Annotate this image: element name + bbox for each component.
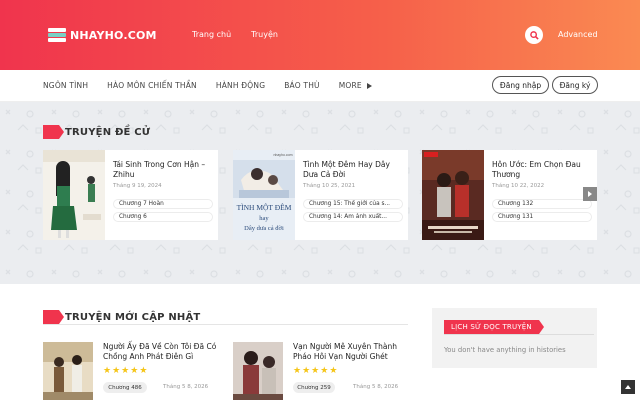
featured-card-date: Tháng 10 22, 2022 bbox=[492, 183, 545, 189]
update-title[interactable]: Vạn Người Mê Xuyên Thành Pháo Hôi Vạn Ng… bbox=[293, 342, 413, 362]
nav-hao-mon[interactable]: HÀO MÔN CHIẾN THẦN bbox=[107, 81, 197, 90]
latest-chapter-chip[interactable]: Chương 259 bbox=[293, 382, 335, 393]
featured-card-title[interactable]: Hôn Ước: Em Chọn Đau Thương bbox=[492, 160, 592, 180]
register-button[interactable]: Đăng ký bbox=[552, 76, 598, 94]
search-button[interactable] bbox=[525, 26, 543, 44]
nav-home-link[interactable]: Trang chủ bbox=[192, 30, 231, 39]
chapter-link[interactable]: Chương 7 Hoàn bbox=[113, 199, 213, 209]
book-cover-image[interactable] bbox=[43, 150, 105, 240]
book-logo-icon bbox=[48, 28, 66, 42]
chapter-link[interactable]: Chương 15: Thế giới của s... bbox=[303, 199, 403, 209]
featured-card-date: Tháng 9 19, 2024 bbox=[113, 183, 162, 189]
nav-more-label: MORE bbox=[338, 81, 362, 90]
section-flag-icon bbox=[43, 125, 64, 139]
reading-history-widget: LỊCH SỬ ĐỌC TRUYỆN You don't have anythi… bbox=[432, 308, 597, 368]
history-divider bbox=[444, 334, 594, 335]
top-header: NHAYHO.COM Trang chủ Truyện Advanced bbox=[0, 0, 640, 70]
arrow-up-icon bbox=[625, 385, 631, 389]
star-icon: ★ bbox=[329, 366, 338, 376]
featured-card-title[interactable]: Tái Sinh Trong Cơn Hận – Zhihu bbox=[113, 160, 213, 180]
login-button[interactable]: Đăng nhập bbox=[492, 76, 549, 94]
update-title[interactable]: Người Ấy Đã Về Còn Tôi Đã Có Chồng Anh P… bbox=[103, 342, 223, 362]
star-icon: ★ bbox=[302, 366, 311, 376]
featured-card-date: Tháng 10 25, 2021 bbox=[303, 183, 356, 189]
update-date: Tháng 5 8, 2026 bbox=[163, 384, 209, 390]
book-cover-image[interactable] bbox=[43, 342, 93, 400]
reading-history-empty-text: You don't have anything in histories bbox=[444, 346, 566, 354]
star-icon: ★ bbox=[311, 366, 320, 376]
section-flag-icon bbox=[43, 310, 64, 324]
update-date: Tháng 5 8, 2026 bbox=[353, 384, 399, 390]
nav-stories-link[interactable]: Truyện bbox=[251, 30, 278, 39]
chapter-link[interactable]: Chương 14: Âm ảnh xuất... bbox=[303, 212, 403, 222]
nav-hanh-dong[interactable]: HÀNH ĐỘNG bbox=[216, 81, 265, 90]
star-icon: ★ bbox=[320, 366, 329, 376]
star-icon: ★ bbox=[103, 366, 112, 376]
carousel-next-button[interactable] bbox=[583, 187, 597, 201]
reading-history-title: LỊCH SỬ ĐỌC TRUYỆN bbox=[444, 320, 544, 334]
star-icon: ★ bbox=[139, 366, 148, 376]
site-logo[interactable]: NHAYHO.COM bbox=[48, 26, 157, 44]
featured-title: TRUYỆN ĐỀ CỬ bbox=[43, 125, 150, 139]
star-icon: ★ bbox=[130, 366, 139, 376]
section-divider bbox=[43, 324, 408, 325]
featured-card[interactable]: TÌNH MỘT ĐÊM hay Dây dưa cả đời nhayho.c… bbox=[233, 150, 408, 240]
featured-title-text: TRUYỆN ĐỀ CỬ bbox=[65, 126, 151, 138]
rating-stars: ★ ★ ★ ★ ★ bbox=[293, 366, 337, 376]
featured-card-title[interactable]: Tình Một Đêm Hay Dây Dưa Cả Đời bbox=[303, 160, 403, 180]
book-cover-image[interactable] bbox=[233, 342, 283, 400]
updates-title: TRUYỆN MỚI CẬP NHẬT bbox=[43, 310, 200, 324]
cover-watermark: nhayho.com bbox=[273, 153, 292, 157]
featured-card[interactable]: Tái Sinh Trong Cơn Hận – Zhihu Tháng 9 1… bbox=[43, 150, 218, 240]
advanced-search-link[interactable]: Advanced bbox=[558, 30, 598, 39]
top-nav: Trang chủ Truyện bbox=[192, 30, 278, 39]
nav-more[interactable]: MORE bbox=[339, 81, 372, 90]
nav-ngon-tinh[interactable]: NGÔN TÌNH bbox=[43, 81, 88, 90]
updates-title-text: TRUYỆN MỚI CẬP NHẬT bbox=[65, 311, 201, 323]
rating-stars: ★ ★ ★ ★ ★ bbox=[103, 366, 147, 376]
cover-title-line: TÌNH MỘT ĐÊM bbox=[237, 202, 292, 212]
scroll-to-top-button[interactable] bbox=[621, 380, 635, 394]
caret-right-icon bbox=[366, 82, 372, 89]
search-icon bbox=[529, 30, 539, 40]
cover-title-line: Dây dưa cả đời bbox=[244, 225, 284, 232]
chapter-link[interactable]: Chương 131 bbox=[492, 212, 592, 222]
book-cover-image[interactable] bbox=[422, 150, 484, 240]
star-icon: ★ bbox=[121, 366, 130, 376]
star-icon: ★ bbox=[112, 366, 121, 376]
cover-title-line: hay bbox=[259, 215, 269, 222]
chapter-link[interactable]: Chương 6 bbox=[113, 212, 213, 222]
book-cover-image[interactable]: TÌNH MỘT ĐÊM hay Dây dưa cả đời nhayho.c… bbox=[233, 150, 295, 240]
site-logo-text: NHAYHO.COM bbox=[70, 28, 157, 42]
chapter-link[interactable]: Chương 132 bbox=[492, 199, 592, 209]
latest-chapter-chip[interactable]: Chương 486 bbox=[103, 382, 147, 393]
nav-bao-thu[interactable]: BÁO THÙ bbox=[284, 81, 320, 90]
featured-card[interactable]: Hôn Ước: Em Chọn Đau Thương Tháng 10 22,… bbox=[422, 150, 597, 240]
star-icon: ★ bbox=[293, 366, 302, 376]
